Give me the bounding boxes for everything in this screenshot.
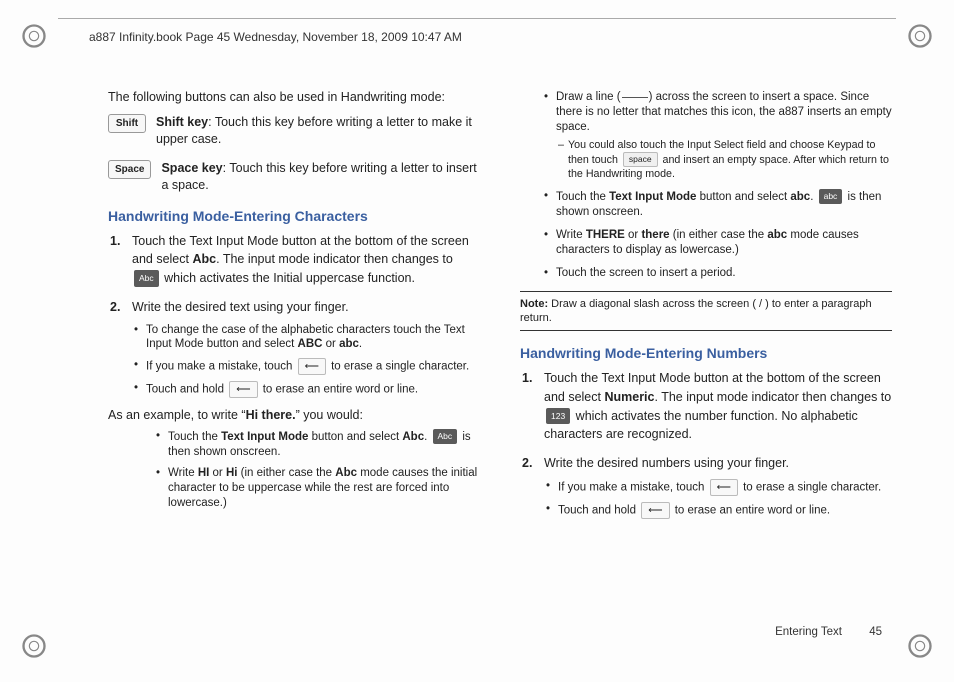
numeric-mode-icon: 123 xyxy=(546,408,570,425)
page-number: 45 xyxy=(869,626,882,638)
step-1: 1. Touch the Text Input Mode button at t… xyxy=(132,232,480,288)
shift-key-description: Shift key: Touch this key before writing… xyxy=(156,114,480,148)
binder-ring-icon xyxy=(20,632,48,660)
space-key-icon: Space xyxy=(108,160,151,179)
sub-bullet: If you make a mistake, touch ⟵ to erase … xyxy=(146,358,480,375)
steps-list: 1. Touch the Text Input Mode button at t… xyxy=(108,232,480,511)
backspace-icon: ⟵ xyxy=(229,381,257,398)
abc-mode-icon: Abc xyxy=(433,429,458,444)
page-footer: Entering Text 45 xyxy=(775,626,882,638)
backspace-icon: ⟵ xyxy=(641,502,669,519)
space-key-row: Space Space key: Touch this key before w… xyxy=(108,160,480,194)
footer-section: Entering Text xyxy=(775,626,842,638)
left-column: The following buttons can also be used i… xyxy=(108,90,480,642)
example-bullet: Write THERE or there (in either case the… xyxy=(556,228,892,258)
nested-bullet: You could also touch the Input Select fi… xyxy=(568,139,892,181)
page-content: The following buttons can also be used i… xyxy=(108,90,892,642)
sub-bullet: Touch and hold ⟵ to erase an entire word… xyxy=(558,502,892,519)
abc-mode-icon: Abc xyxy=(134,270,159,287)
shift-key-icon: Shift xyxy=(108,114,146,133)
example-intro: As an example, to write “Hi there.” you … xyxy=(108,406,480,425)
abc-lower-mode-icon: abc xyxy=(819,189,843,204)
step-2: 2. Write the desired numbers using your … xyxy=(544,454,892,519)
right-column: Draw a line () across the screen to inse… xyxy=(520,90,892,642)
space-key-icon: space xyxy=(623,152,658,167)
backspace-icon: ⟵ xyxy=(298,358,326,375)
backspace-icon: ⟵ xyxy=(710,479,738,496)
example-bullet: Touch the Text Input Mode button and sel… xyxy=(168,429,480,460)
intro-text: The following buttons can also be used i… xyxy=(108,90,480,104)
shift-key-row: Shift Shift key: Touch this key before w… xyxy=(108,114,480,148)
step-1: 1. Touch the Text Input Mode button at t… xyxy=(544,369,892,444)
example-bullet: Draw a line () across the screen to inse… xyxy=(556,90,892,181)
continued-example-list: Draw a line () across the screen to inse… xyxy=(520,90,892,281)
space-key-description: Space key: Touch this key before writing… xyxy=(161,160,480,194)
binder-ring-icon xyxy=(906,632,934,660)
step2-sublist: To change the case of the alphabetic cha… xyxy=(132,323,480,399)
numbers-sublist: If you make a mistake, touch ⟵ to erase … xyxy=(544,479,892,519)
note-block: Note: Draw a diagonal slash across the s… xyxy=(520,291,892,332)
line-glyph xyxy=(622,97,648,98)
example-bullet: Touch the screen to insert a period. xyxy=(556,266,892,281)
binder-ring-icon xyxy=(20,22,48,50)
sub-bullet: Touch and hold ⟵ to erase an entire word… xyxy=(146,381,480,398)
step-2: 2. Write the desired text using your fin… xyxy=(132,298,480,511)
section-heading-characters: Handwriting Mode-Entering Characters xyxy=(108,208,480,224)
sub-bullet: To change the case of the alphabetic cha… xyxy=(146,323,480,353)
numbers-steps-list: 1. Touch the Text Input Mode button at t… xyxy=(520,369,892,519)
example-bullet: Write HI or Hi (in either case the Abc m… xyxy=(168,466,480,511)
example-list: Touch the Text Input Mode button and sel… xyxy=(132,429,480,511)
sub-bullet: If you make a mistake, touch ⟵ to erase … xyxy=(558,479,892,496)
document-header: a887 Infinity.book Page 45 Wednesday, No… xyxy=(85,30,466,44)
nested-note: You could also touch the Input Select fi… xyxy=(556,139,892,181)
example-bullet: Touch the Text Input Mode button and sel… xyxy=(556,189,892,220)
binder-ring-icon xyxy=(906,22,934,50)
section-heading-numbers: Handwriting Mode-Entering Numbers xyxy=(520,345,892,361)
